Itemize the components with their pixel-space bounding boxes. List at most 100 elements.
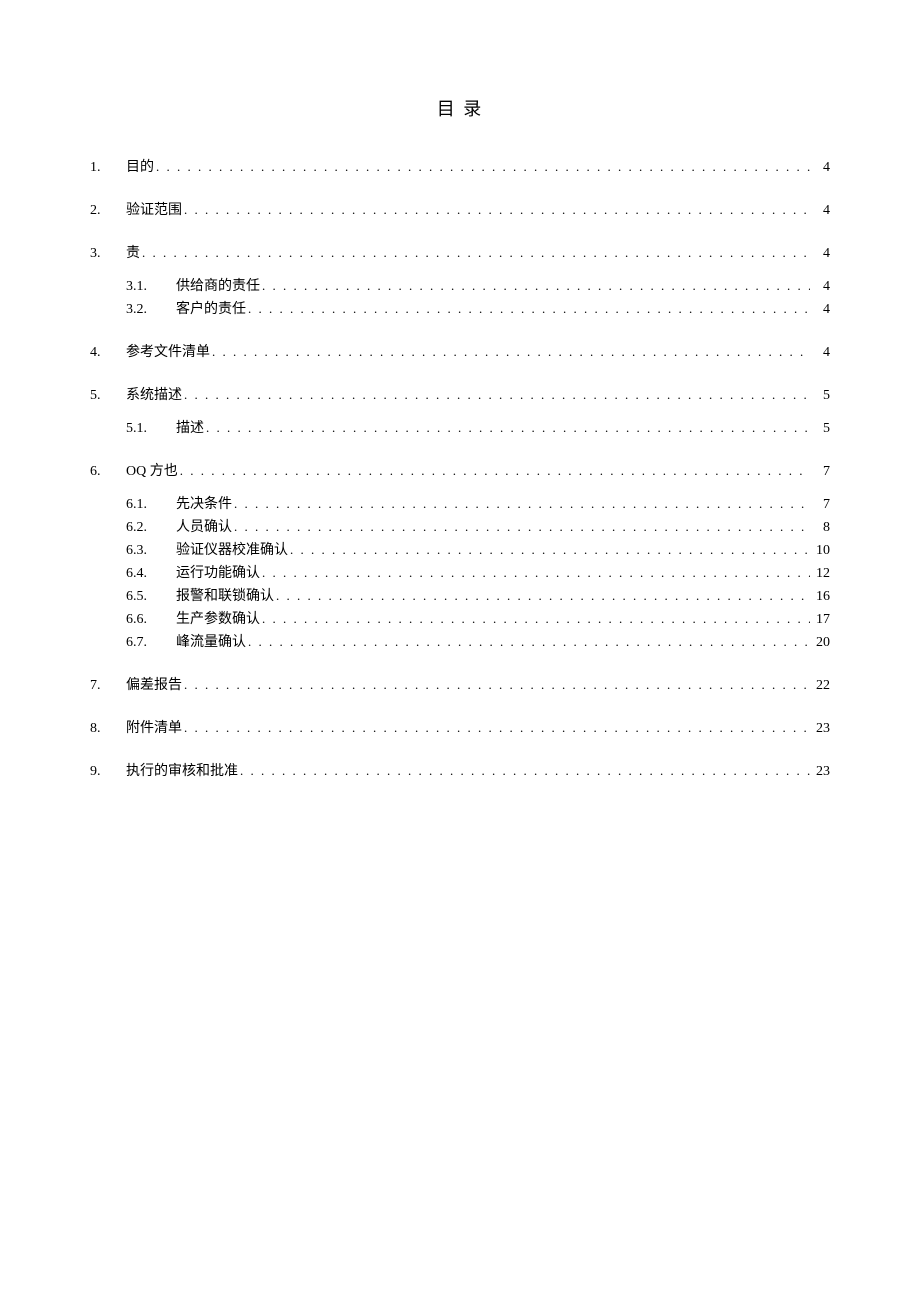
leader-dots: . . . . . . . . . . . . . . . . . . . . … — [180, 461, 810, 481]
entry-page: 22 — [812, 675, 830, 696]
entry-number: 6.1. — [126, 494, 162, 515]
leader-dots: . . . . . . . . . . . . . . . . . . . . … — [290, 540, 810, 560]
toc-entry: 6.OQ 方也. . . . . . . . . . . . . . . . .… — [90, 461, 830, 482]
entry-label: 生产参数确认 — [176, 609, 260, 630]
entry-number: 1. — [90, 157, 126, 178]
entry-page: 4 — [812, 299, 830, 320]
leader-dots: . . . . . . . . . . . . . . . . . . . . … — [184, 200, 810, 220]
entry-label: 参考文件清单 — [126, 342, 210, 363]
entry-number: 7. — [90, 675, 126, 696]
entry-label: 人员确认 — [176, 517, 232, 538]
entry-label: 附件清单 — [126, 718, 182, 739]
entry-label: 运行功能确认 — [176, 563, 260, 584]
entry-number: 4. — [90, 342, 126, 363]
entry-page: 4 — [812, 157, 830, 178]
entry-label: OQ 方也 — [126, 461, 178, 482]
entry-number: 3. — [90, 243, 126, 264]
entry-page: 23 — [812, 718, 830, 739]
entry-page: 7 — [812, 494, 830, 515]
toc-subgroup: 6.1.先决条件. . . . . . . . . . . . . . . . … — [90, 494, 830, 653]
entry-page: 4 — [812, 342, 830, 363]
entry-number: 9. — [90, 761, 126, 782]
entry-page: 23 — [812, 761, 830, 782]
leader-dots: . . . . . . . . . . . . . . . . . . . . … — [276, 586, 810, 606]
toc-title: 目 录 — [90, 95, 830, 121]
entry-label: 描述 — [176, 418, 204, 439]
toc-entry: 3.1. 供给商的责任. . . . . . . . . . . . . . . … — [90, 276, 830, 297]
entry-page: 4 — [812, 200, 830, 221]
entry-number: 3.1. — [126, 276, 162, 297]
toc-entry: 2.验证范围. . . . . . . . . . . . . . . . . … — [90, 200, 830, 221]
entry-number: 6.2. — [126, 517, 162, 538]
toc-entry: 6.6. 生产参数确认. . . . . . . . . . . . . . . … — [90, 609, 830, 630]
entry-label: 系统描述 — [126, 385, 182, 406]
leader-dots: . . . . . . . . . . . . . . . . . . . . … — [262, 609, 810, 629]
entry-page: 12 — [812, 563, 830, 584]
entry-page: 17 — [812, 609, 830, 630]
entry-page: 20 — [812, 632, 830, 653]
toc-entry: 3.2. 客户的责任. . . . . . . . . . . . . . . .… — [90, 299, 830, 320]
leader-dots: . . . . . . . . . . . . . . . . . . . . … — [240, 761, 810, 781]
entry-number: 6.4. — [126, 563, 162, 584]
entry-page: 4 — [812, 276, 830, 297]
toc-entry: 6.3. 验证仪器校准确认. . . . . . . . . . . . . . … — [90, 540, 830, 561]
entry-label: 偏差报告 — [126, 675, 182, 696]
entry-label: 客户的责任 — [176, 299, 246, 320]
leader-dots: . . . . . . . . . . . . . . . . . . . . … — [234, 494, 810, 514]
entry-number: 5. — [90, 385, 126, 406]
toc-entry: 5.系统描述. . . . . . . . . . . . . . . . . … — [90, 385, 830, 406]
toc-entry: 9.执行的审核和批准. . . . . . . . . . . . . . . … — [90, 761, 830, 782]
leader-dots: . . . . . . . . . . . . . . . . . . . . … — [262, 563, 810, 583]
entry-number: 6.3. — [126, 540, 162, 561]
entry-page: 5 — [812, 418, 830, 439]
entry-label: 验证范围 — [126, 200, 182, 221]
toc-entry: 1.目的. . . . . . . . . . . . . . . . . . … — [90, 157, 830, 178]
entry-number: 6.5. — [126, 586, 162, 607]
toc-entry: 6.5. 报警和联锁确认. . . . . . . . . . . . . . .… — [90, 586, 830, 607]
toc-entry: 6.1. 先决条件. . . . . . . . . . . . . . . . … — [90, 494, 830, 515]
entry-number: 3.2. — [126, 299, 162, 320]
leader-dots: . . . . . . . . . . . . . . . . . . . . … — [234, 517, 810, 537]
entry-page: 8 — [812, 517, 830, 538]
toc-subgroup: 3.1. 供给商的责任. . . . . . . . . . . . . . . … — [90, 276, 830, 320]
entry-page: 10 — [812, 540, 830, 561]
leader-dots: . . . . . . . . . . . . . . . . . . . . … — [142, 243, 810, 263]
entry-label: 验证仪器校准确认 — [176, 540, 288, 561]
toc-entry: 5.1. 描述. . . . . . . . . . . . . . . . . … — [90, 418, 830, 439]
entry-page: 4 — [812, 243, 830, 264]
toc-entry: 3.责. . . . . . . . . . . . . . . . . . .… — [90, 243, 830, 264]
leader-dots: . . . . . . . . . . . . . . . . . . . . … — [184, 675, 810, 695]
entry-number: 2. — [90, 200, 126, 221]
leader-dots: . . . . . . . . . . . . . . . . . . . . … — [184, 385, 810, 405]
toc-entry: 8.附件清单. . . . . . . . . . . . . . . . . … — [90, 718, 830, 739]
entry-label: 目的 — [126, 157, 154, 178]
entry-label: 报警和联锁确认 — [176, 586, 274, 607]
leader-dots: . . . . . . . . . . . . . . . . . . . . … — [206, 418, 810, 438]
toc-subgroup: 5.1. 描述. . . . . . . . . . . . . . . . . … — [90, 418, 830, 439]
leader-dots: . . . . . . . . . . . . . . . . . . . . … — [248, 632, 810, 652]
entry-label: 先决条件 — [176, 494, 232, 515]
leader-dots: . . . . . . . . . . . . . . . . . . . . … — [212, 342, 810, 362]
leader-dots: . . . . . . . . . . . . . . . . . . . . … — [262, 276, 810, 296]
toc-entry: 6.2. 人员确认. . . . . . . . . . . . . . . . … — [90, 517, 830, 538]
entry-label: 峰流量确认 — [176, 632, 246, 653]
toc-entry: 4.参考文件清单. . . . . . . . . . . . . . . . … — [90, 342, 830, 363]
toc-entry: 7.偏差报告. . . . . . . . . . . . . . . . . … — [90, 675, 830, 696]
toc-container: 1.目的. . . . . . . . . . . . . . . . . . … — [90, 157, 830, 782]
entry-label: 责 — [126, 243, 140, 264]
toc-entry: 6.4. 运行功能确认. . . . . . . . . . . . . . . … — [90, 563, 830, 584]
toc-entry: 6.7. 峰流量确认. . . . . . . . . . . . . . . .… — [90, 632, 830, 653]
entry-number: 6. — [90, 461, 126, 482]
entry-number: 8. — [90, 718, 126, 739]
entry-page: 7 — [812, 461, 830, 482]
leader-dots: . . . . . . . . . . . . . . . . . . . . … — [156, 157, 810, 177]
entry-page: 5 — [812, 385, 830, 406]
entry-number: 5.1. — [126, 418, 162, 439]
entry-number: 6.7. — [126, 632, 162, 653]
leader-dots: . . . . . . . . . . . . . . . . . . . . … — [248, 299, 810, 319]
entry-page: 16 — [812, 586, 830, 607]
entry-number: 6.6. — [126, 609, 162, 630]
entry-label: 供给商的责任 — [176, 276, 260, 297]
entry-label: 执行的审核和批准 — [126, 761, 238, 782]
leader-dots: . . . . . . . . . . . . . . . . . . . . … — [184, 718, 810, 738]
